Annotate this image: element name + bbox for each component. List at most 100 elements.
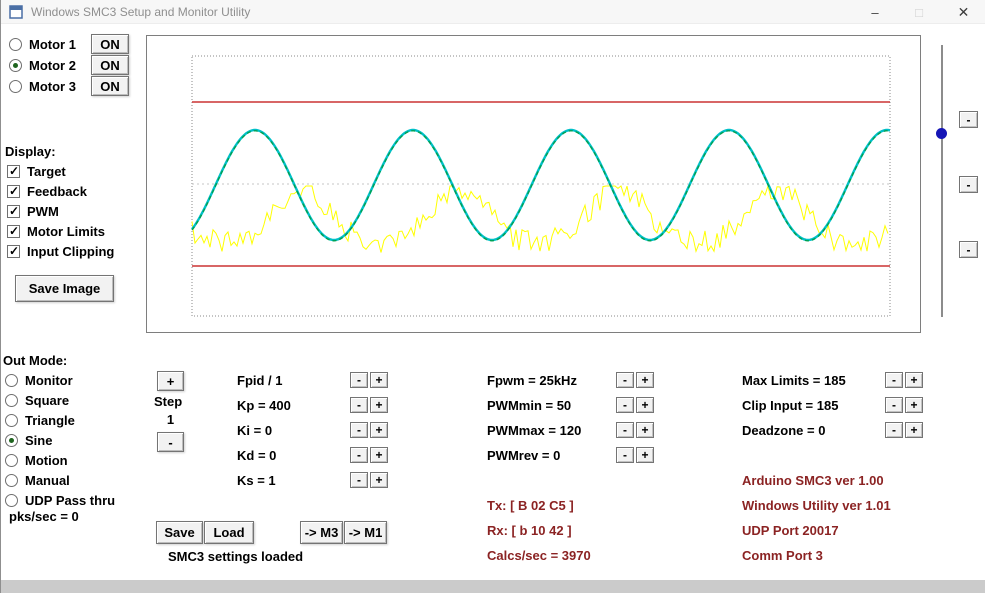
ki-label: Ki = 0 [237,423,272,438]
ks-stepper: - + [350,472,388,488]
kp-stepper: - + [350,397,388,413]
kp-label: Kp = 400 [237,398,291,413]
clip-input-plus-button[interactable]: + [905,397,923,413]
kd-plus-button[interactable]: + [370,447,388,463]
display-pwm-label: PWM [27,204,59,219]
minimize-icon[interactable]: – [853,0,897,24]
clip-input-minus-button[interactable]: - [885,397,903,413]
step-value: 1 [157,412,184,427]
motor3-radio[interactable]: Motor 3 [9,78,76,94]
clip-input-label: Clip Input = 185 [742,398,838,413]
radio-icon [5,474,18,487]
pwmmax-minus-button[interactable]: - [616,422,634,438]
checkbox-icon [7,225,20,238]
max-limits-plus-button[interactable]: + [905,372,923,388]
checkbox-icon [7,205,20,218]
ki-minus-button[interactable]: - [350,422,368,438]
copy-to-m1-button[interactable]: -> M1 [344,521,387,544]
maximize-icon[interactable]: □ [897,0,941,24]
motor1-on-button[interactable]: ON [91,34,129,54]
offset-slider-track[interactable] [941,45,943,317]
out-mode-sine-radio[interactable]: Sine [5,432,52,448]
fpid-minus-button[interactable]: - [350,372,368,388]
ks-minus-button[interactable]: - [350,472,368,488]
deadzone-minus-button[interactable]: - [885,422,903,438]
display-motor-limits-checkbox[interactable]: Motor Limits [7,223,105,239]
motor2-label: Motor 2 [29,58,76,73]
kp-plus-button[interactable]: + [370,397,388,413]
radio-icon [9,59,22,72]
kd-minus-button[interactable]: - [350,447,368,463]
out-mode-square-radio[interactable]: Square [5,392,69,408]
radio-icon [5,434,18,447]
out-mode-square-label: Square [25,393,69,408]
pwmmin-plus-button[interactable]: + [636,397,654,413]
pwmrev-plus-button[interactable]: + [636,447,654,463]
motor2-on-button[interactable]: ON [91,55,129,75]
out-mode-motion-label: Motion [25,453,68,468]
app-icon [9,5,23,19]
display-pwm-checkbox[interactable]: PWM [7,203,59,219]
load-button[interactable]: Load [204,521,254,544]
step-minus-button[interactable]: - [157,432,184,452]
out-mode-motion-radio[interactable]: Motion [5,452,68,468]
rx-status: Rx: [ b 10 42 ] [487,523,572,538]
checkbox-icon [7,165,20,178]
motor3-on-button[interactable]: ON [91,76,129,96]
max-limits-minus-button[interactable]: - [885,372,903,388]
out-mode-triangle-label: Triangle [25,413,75,428]
motor2-radio[interactable]: Motor 2 [9,57,76,73]
display-target-checkbox[interactable]: Target [7,163,66,179]
save-button[interactable]: Save [156,521,203,544]
pks-per-sec-label: pks/sec = 0 [9,509,79,524]
motor3-label: Motor 3 [29,79,76,94]
pwmmax-plus-button[interactable]: + [636,422,654,438]
upper-limit-minus-button[interactable]: - [959,111,978,128]
pwmrev-minus-button[interactable]: - [616,447,634,463]
out-mode-triangle-radio[interactable]: Triangle [5,412,75,428]
out-mode-udp-label: UDP Pass thru [25,493,115,508]
deadzone-plus-button[interactable]: + [905,422,923,438]
fpwm-plus-button[interactable]: + [636,372,654,388]
save-image-button[interactable]: Save Image [15,275,114,302]
checkbox-icon [7,185,20,198]
display-input-clipping-label: Input Clipping [27,244,114,259]
close-icon[interactable]: ✕ [941,0,985,24]
settings-status: SMC3 settings loaded [168,549,303,564]
ks-plus-button[interactable]: + [370,472,388,488]
fpid-plus-button[interactable]: + [370,372,388,388]
center-minus-button[interactable]: - [959,176,978,193]
kp-minus-button[interactable]: - [350,397,368,413]
ks-label: Ks = 1 [237,473,276,488]
scope-plot [147,36,920,332]
radio-icon [5,414,18,427]
display-target-label: Target [27,164,66,179]
fpid-stepper: - + [350,372,388,388]
pwmmin-minus-button[interactable]: - [616,397,634,413]
pwmrev-stepper: - + [616,447,654,463]
lower-limit-minus-button[interactable]: - [959,241,978,258]
display-feedback-checkbox[interactable]: Feedback [7,183,87,199]
out-mode-sine-label: Sine [25,433,52,448]
out-mode-udp-radio[interactable]: UDP Pass thru [5,492,115,508]
comm-port: Comm Port 3 [742,548,823,563]
window-bottom-edge [1,580,985,593]
udp-port: UDP Port 20017 [742,523,839,538]
fpwm-minus-button[interactable]: - [616,372,634,388]
display-heading: Display: [5,144,56,159]
pwmmax-label: PWMmax = 120 [487,423,581,438]
pwmmax-stepper: - + [616,422,654,438]
ki-plus-button[interactable]: + [370,422,388,438]
max-limits-label: Max Limits = 185 [742,373,846,388]
copy-to-m3-button[interactable]: -> M3 [300,521,343,544]
step-plus-button[interactable]: + [157,371,184,391]
offset-slider-thumb[interactable] [936,128,947,139]
max-limits-stepper: - + [885,372,923,388]
out-mode-monitor-radio[interactable]: Monitor [5,372,73,388]
display-input-clipping-checkbox[interactable]: Input Clipping [7,243,114,259]
motor1-radio[interactable]: Motor 1 [9,36,76,52]
window-title: Windows SMC3 Setup and Monitor Utility [31,5,250,19]
deadzone-label: Deadzone = 0 [742,423,825,438]
checkbox-icon [7,245,20,258]
out-mode-manual-radio[interactable]: Manual [5,472,70,488]
